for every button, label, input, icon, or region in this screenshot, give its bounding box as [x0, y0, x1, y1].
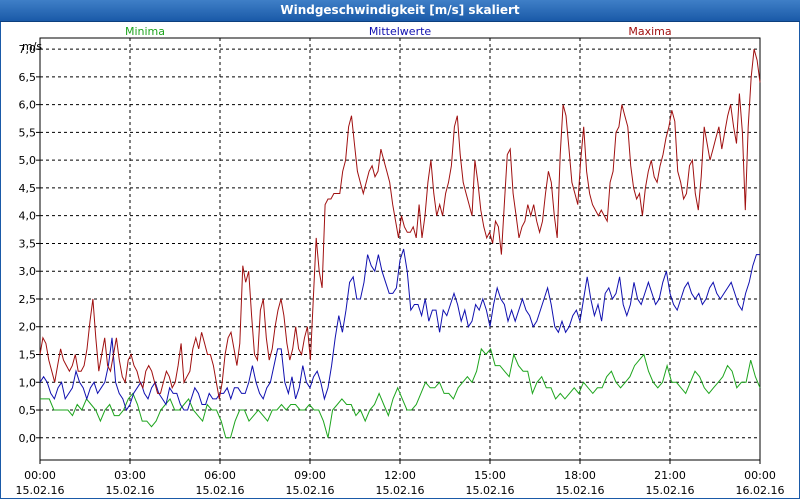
x-tick-time: 03:00: [114, 469, 146, 482]
y-tick-label: 2,5: [19, 293, 37, 306]
grid: [40, 38, 760, 460]
y-tick-label: 3,5: [19, 237, 37, 250]
x-tick-date: 15.02.16: [376, 484, 425, 497]
y-tick-label: 0,5: [19, 404, 37, 417]
y-tick-label: 5,0: [19, 154, 37, 167]
x-tick-time: 00:00: [744, 469, 776, 482]
x-tick-time: 09:00: [294, 469, 326, 482]
x-tick-time: 00:00: [24, 469, 56, 482]
wind-speed-chart: 0,0 0,5 1,0 1,5 2,0 2,5 3,0 3,5 4,0 4,5 5,0 5,5 6,0 6…: [16, 25, 785, 497]
x-tick-time: 06:00: [204, 469, 236, 482]
x-tick-date: 16.02.16: [736, 484, 785, 497]
y-tick-label: 2,0: [19, 321, 37, 334]
x-tick-date: 15.02.16: [196, 484, 245, 497]
y-tick-label: 0,0: [19, 432, 37, 445]
y-axis-label: m/s: [22, 40, 42, 53]
y-tick-label: 1,5: [19, 349, 37, 362]
legend-minima: Minima: [125, 25, 165, 38]
x-tick-date: 15.02.16: [466, 484, 515, 497]
y-tick-label: 6,5: [19, 71, 37, 84]
y-tick-label: 6,0: [19, 99, 37, 112]
x-tick-date: 15.02.16: [286, 484, 335, 497]
x-tick-time: 21:00: [654, 469, 686, 482]
legend-mittelwerte: Mittelwerte: [369, 25, 432, 38]
y-tick-label: 3,0: [19, 265, 37, 278]
y-tick-label: 4,0: [19, 210, 37, 223]
x-tick-time: 12:00: [384, 469, 416, 482]
x-tick-date: 15.02.16: [556, 484, 605, 497]
y-tick-label: 5,5: [19, 126, 37, 139]
x-tick-date: 15.02.16: [16, 484, 65, 497]
y-tick-label: 1,0: [19, 376, 37, 389]
x-tick-time: 18:00: [564, 469, 596, 482]
legend: Minima Mittelwerte Maxima: [125, 25, 672, 38]
y-tick-label: 4,5: [19, 182, 37, 195]
x-tick-date: 15.02.16: [646, 484, 695, 497]
x-tick-date: 15.02.16: [106, 484, 155, 497]
legend-maxima: Maxima: [628, 25, 671, 38]
x-tick-time: 15:00: [474, 469, 506, 482]
